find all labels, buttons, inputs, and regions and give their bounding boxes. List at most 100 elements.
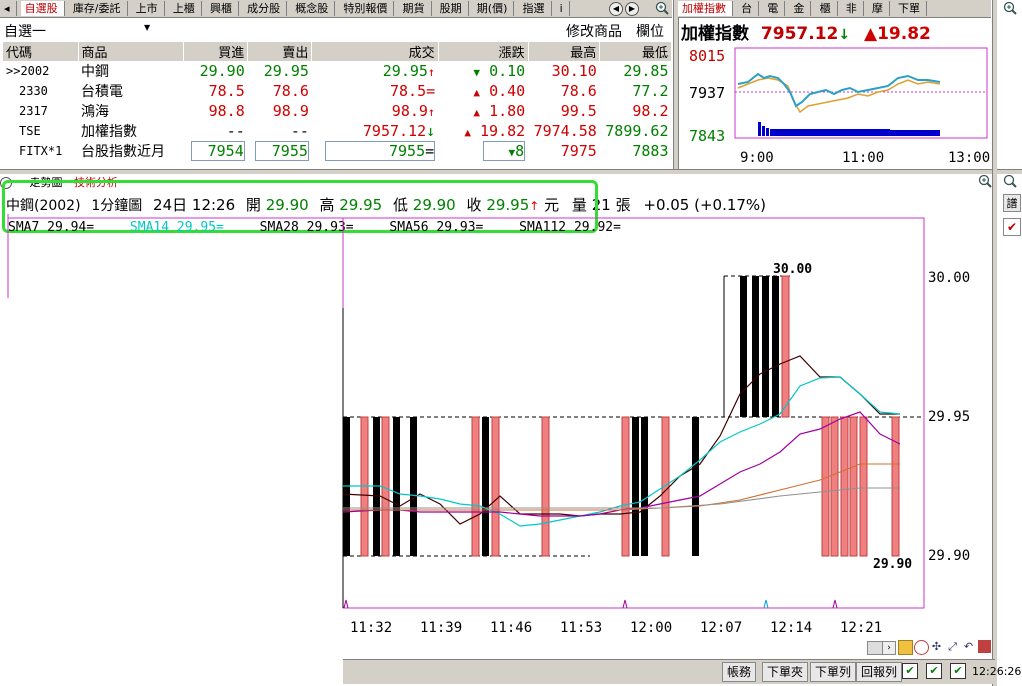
bid-box[interactable]: 7954 (190, 141, 245, 161)
checkbox-1[interactable]: ✔ (902, 663, 918, 679)
tab-non-finance[interactable]: 非 (842, 1, 864, 16)
row-bid: 78.5 (208, 82, 245, 100)
change-value: 19.82 (480, 122, 526, 140)
tab-components[interactable]: 成分股 (243, 1, 288, 16)
tab-otc-index[interactable]: 櫃 (816, 1, 838, 16)
tab-electronics[interactable]: 電 (763, 1, 786, 16)
chevron-down-icon: ▼ (144, 23, 151, 32)
index-title: 加權指數 (681, 24, 749, 44)
header-bid[interactable]: 買進 (183, 42, 249, 61)
tab-finance[interactable]: 金 (789, 1, 812, 16)
status-clock: 12:26:26 (972, 665, 1022, 678)
kline-x-tick: 12:00 (630, 620, 673, 636)
table-row[interactable]: TSE 加權指數 -- -- 7957.12↓ ▲ 19.82 7974.58 … (3, 121, 672, 141)
last-value: 29.95 (382, 62, 428, 80)
row-ask: 7955 (248, 141, 312, 161)
checkbox-2[interactable]: ✔ (926, 663, 942, 679)
row-high: 30.10 (551, 62, 597, 80)
header-name[interactable]: 商品 (78, 42, 185, 61)
header-high[interactable]: 最高 (528, 42, 601, 61)
table-row[interactable]: >>2002 中鋼 29.90 29.95 29.95↑ ▼ 0.10 30.1… (3, 61, 672, 81)
zoom-icon[interactable] (1003, 1, 1017, 15)
table-row[interactable]: 2330 台積電 78.5 78.6 78.5= ▲ 0.40 78.6 77.… (3, 81, 672, 101)
order-bar-button[interactable]: 下單列 (810, 662, 857, 682)
row-last: 7957.12↓ (312, 121, 438, 141)
row-name: 台積電 (81, 84, 124, 100)
row-last: 29.95↑ (312, 61, 438, 81)
last-box[interactable]: 7955= (325, 141, 436, 161)
header-low[interactable]: 最低 (599, 42, 672, 61)
row-last: 98.9↑ (312, 101, 438, 121)
chart-scroll-right-button[interactable]: › (882, 641, 896, 655)
row-bid: 29.90 (199, 62, 245, 80)
chart-scroll-left-button[interactable] (867, 641, 883, 655)
tab-more[interactable]: i (556, 1, 570, 16)
tab-back-icon[interactable]: ◂ (0, 1, 17, 16)
chart-toolbar-bars-icon[interactable] (978, 640, 991, 653)
report-bar-button[interactable]: 回報列 (856, 662, 903, 682)
table-row[interactable]: 2317 鴻海 98.8 98.9 98.9↑ ▲ 1.80 99.5 98.2 (3, 101, 672, 121)
side-panel-tab[interactable]: 譜 (1003, 194, 1021, 212)
tab-inventory[interactable]: 庫存/委託 (69, 1, 128, 16)
row-high: 7974.58 (533, 122, 597, 140)
panel-divider-right[interactable] (992, 0, 997, 686)
tab-special-quote[interactable]: 特別報價 (339, 1, 395, 16)
panel-divider-horizontal[interactable] (0, 169, 1022, 174)
volume-unit: 張 (615, 196, 631, 214)
down-arrow-icon: ↓ (838, 27, 851, 43)
ask-box[interactable]: 7955 (254, 141, 309, 161)
top-tab-bar: ◂ 自選股 庫存/委託 上市 上櫃 興櫃 成分股 概念股 特別報價 期貨 股期 … (0, 0, 672, 18)
checkbox-3[interactable]: ✔ (950, 663, 966, 679)
chart-toolbar-icon-1[interactable] (898, 640, 913, 655)
scroll-left-icon[interactable]: ◀ (609, 2, 623, 16)
tab-stock-futures[interactable]: 股期 (436, 1, 469, 16)
watchlist-selector[interactable]: 自選一 ▼ (4, 21, 154, 40)
row-bid: 7954 (184, 141, 248, 161)
chart-toolbar-cross-icon[interactable]: ✣ (930, 640, 943, 653)
last-value: 7955 (389, 142, 426, 160)
row-change: ▼ 0.10 (438, 61, 528, 81)
row-ask: 78.6 (272, 82, 309, 100)
tab-otc[interactable]: 上櫃 (169, 1, 202, 16)
tab-futures[interactable]: 期貨 (399, 1, 432, 16)
tab-concept[interactable]: 概念股 (291, 1, 336, 16)
tab-emerging[interactable]: 興櫃 (206, 1, 239, 16)
row-code: 2317 (19, 104, 48, 118)
change-box[interactable]: ▼8 (483, 141, 526, 161)
chart-toolbar-undo-icon[interactable]: ↶ (962, 640, 975, 653)
chart-zoom-icon[interactable] (978, 174, 992, 188)
tab-order[interactable]: 下單 (894, 1, 927, 16)
fields-button[interactable]: 欄位 (636, 21, 664, 41)
tab-listed[interactable]: 上市 (132, 1, 165, 16)
chart-toolbar-clock-icon[interactable] (914, 640, 929, 655)
tab-watchlist[interactable]: 自選股 (20, 1, 65, 16)
modify-products-button[interactable]: 修改商品 (566, 21, 622, 41)
zoom-icon[interactable] (655, 1, 669, 15)
tab-index-options[interactable]: 指選 (519, 1, 552, 16)
row-ask: 29.95 (263, 62, 309, 80)
account-button[interactable]: 帳務 (722, 662, 757, 682)
table-row[interactable]: FITX*1 台股指數近月 7954 7955 7955= ▼8 7975 78… (3, 141, 672, 161)
kline-chart (7, 214, 925, 609)
tab-futures-price[interactable]: 期(價) (473, 1, 515, 16)
row-low: 29.85 (623, 62, 669, 80)
up-arrow-icon: ↑ (427, 105, 436, 119)
index-header: 加權指數 7957.12↓ ▲19.82 (681, 19, 931, 44)
change-value: 0.10 (489, 62, 526, 80)
row-name: 中鋼 (81, 64, 110, 80)
header-code[interactable]: 代碼 (3, 42, 79, 61)
tab-msci[interactable]: 摩 (868, 1, 890, 16)
side-check-icon[interactable]: ✔ (1003, 218, 1021, 236)
row-name: 加權指數 (81, 124, 138, 140)
index-x-tick-1: 11:00 (842, 150, 885, 166)
tab-tw[interactable]: 台 (737, 1, 760, 16)
tab-taiex[interactable]: 加權指數 (678, 1, 733, 16)
header-change[interactable]: 漲跌 (438, 42, 529, 61)
chart-toolbar-expand-icon[interactable]: ⤢ (946, 640, 959, 653)
scroll-right-icon[interactable]: ▶ (625, 2, 639, 16)
order-folder-button[interactable]: 下單夾 (762, 662, 809, 682)
side-zoom-icon[interactable] (1003, 174, 1017, 188)
header-last[interactable]: 成交 (311, 42, 439, 61)
header-ask[interactable]: 賣出 (247, 42, 313, 61)
row-bid: 98.8 (208, 102, 245, 120)
